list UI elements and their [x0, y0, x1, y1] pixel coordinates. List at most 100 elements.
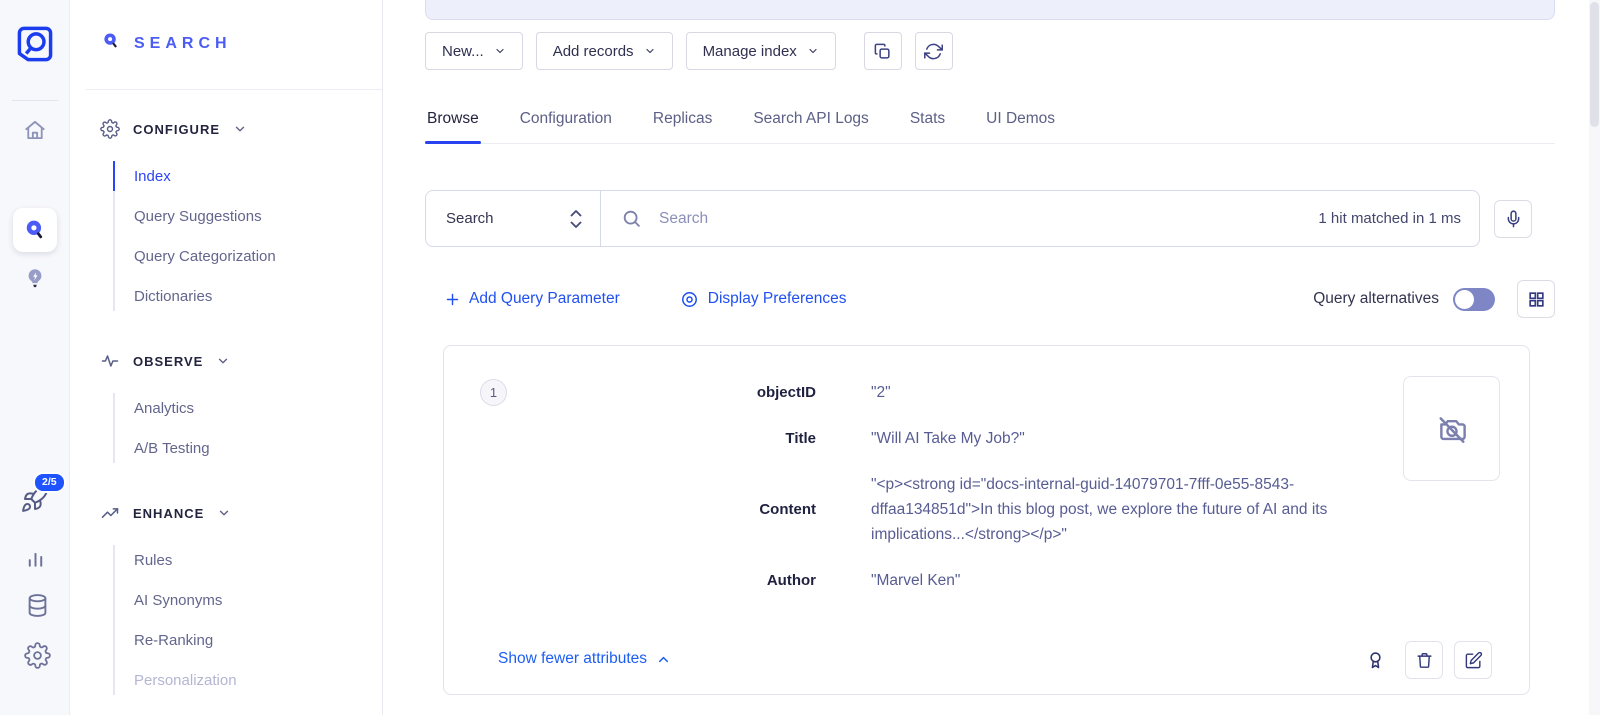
search-bar: Search 1 hit matched in 1 ms — [425, 190, 1480, 247]
search-input-area: 1 hit matched in 1 ms — [601, 191, 1479, 246]
observe-pulse-icon — [100, 351, 120, 371]
algolia-dashboard: 2/5 — [0, 0, 1600, 715]
section-configure: CONFIGURE Index Query Suggestions Query … — [70, 116, 382, 316]
attribute-label: Title — [444, 426, 816, 451]
copy-index-button[interactable] — [864, 32, 902, 70]
section-enhance-label: ENHANCE — [133, 506, 204, 521]
attribute-value: "Will AI Take My Job?" — [871, 426, 1398, 451]
promote-record-button[interactable] — [1356, 641, 1394, 679]
attribute-value: "2" — [871, 380, 1398, 405]
chevron-down-icon — [494, 45, 506, 57]
tab-browse[interactable]: Browse — [425, 104, 481, 143]
chevron-down-icon — [233, 122, 247, 136]
configure-gear-icon — [100, 119, 120, 139]
attribute-row-objectid: objectID "2" — [444, 380, 1529, 405]
tab-search-api-logs[interactable]: Search API Logs — [751, 104, 870, 143]
sidebar-item-rules[interactable]: Rules — [70, 540, 382, 580]
chevron-down-icon — [807, 45, 819, 57]
attribute-row-content: Content "<p><strong id="docs-internal-gu… — [444, 472, 1529, 547]
sidebar-item-query-categorization[interactable]: Query Categorization — [70, 236, 382, 276]
section-configure-label: CONFIGURE — [133, 122, 220, 137]
analytics-bars-icon[interactable] — [22, 545, 48, 571]
product-title: SEARCH — [100, 30, 232, 57]
chevron-down-icon — [216, 354, 230, 368]
tab-ui-demos[interactable]: UI Demos — [984, 104, 1057, 143]
product-title-label: SEARCH — [134, 35, 232, 53]
scrollbar-thumb[interactable] — [1590, 2, 1599, 127]
add-records-label: Add records — [553, 43, 634, 60]
delete-record-button[interactable] — [1405, 641, 1443, 679]
sidebar-item-index[interactable]: Index — [70, 156, 382, 196]
enhance-trend-up-icon — [100, 503, 120, 523]
award-ribbon-icon — [1365, 650, 1386, 671]
edit-record-button[interactable] — [1454, 641, 1492, 679]
search-mode-select[interactable]: Search — [426, 191, 601, 246]
search-icon — [621, 208, 643, 230]
settings-gear-icon[interactable] — [22, 640, 52, 670]
microphone-icon — [1504, 210, 1523, 229]
display-preferences-link[interactable]: Display Preferences — [680, 290, 847, 309]
attribute-row-author: Author "Marvel Ken" — [444, 568, 1529, 593]
sidebar-item-ai-synonyms[interactable]: AI Synonyms — [70, 580, 382, 620]
usage-badge: 2/5 — [33, 472, 66, 493]
chevron-up-icon — [656, 652, 671, 667]
query-alternatives-control: Query alternatives — [1313, 288, 1495, 311]
tab-stats[interactable]: Stats — [908, 104, 947, 143]
search-mode-label: Search — [446, 210, 494, 227]
display-preferences-label: Display Preferences — [708, 290, 847, 308]
refresh-button[interactable] — [915, 32, 953, 70]
recommend-bulb-icon[interactable] — [22, 266, 48, 292]
trash-icon — [1415, 651, 1434, 670]
image-unavailable-icon — [1435, 412, 1469, 446]
add-query-parameter-label: Add Query Parameter — [469, 290, 620, 308]
search-input[interactable] — [659, 210, 1318, 228]
product-sidebar: SEARCH CONFIGURE Index Query Suggestions… — [70, 0, 383, 715]
voice-search-button[interactable] — [1494, 200, 1532, 238]
plus-icon — [445, 292, 460, 307]
show-fewer-attributes-link[interactable]: Show fewer attributes — [498, 650, 671, 668]
search-title-icon — [100, 30, 122, 57]
copy-icon — [873, 42, 892, 61]
manage-index-label: Manage index — [703, 43, 797, 60]
search-hit-stats: 1 hit matched in 1 ms — [1318, 210, 1461, 227]
algolia-logo[interactable] — [13, 22, 57, 71]
sidebar-item-personalization[interactable]: Personalization — [70, 660, 382, 700]
section-configure-header[interactable]: CONFIGURE — [100, 116, 382, 142]
home-icon[interactable] — [22, 117, 48, 143]
add-records-dropdown-button[interactable]: Add records — [536, 32, 673, 70]
page-scrollbar[interactable] — [1589, 0, 1600, 715]
section-observe-header[interactable]: OBSERVE — [100, 348, 382, 374]
attribute-label: objectID — [444, 380, 816, 405]
show-fewer-label: Show fewer attributes — [498, 650, 647, 668]
sidebar-divider — [86, 89, 382, 90]
select-up-down-icon — [568, 206, 584, 232]
database-icon[interactable] — [22, 590, 52, 620]
sidebar-item-dictionaries[interactable]: Dictionaries — [70, 276, 382, 316]
edit-icon — [1464, 651, 1483, 670]
section-enhance: ENHANCE Rules AI Synonyms Re-Ranking Per… — [70, 500, 382, 700]
hit-actions — [1356, 641, 1492, 679]
manage-index-dropdown-button[interactable]: Manage index — [686, 32, 836, 70]
toggle-knob — [1455, 290, 1474, 309]
section-enhance-header[interactable]: ENHANCE — [100, 500, 382, 526]
index-toolbar: New... Add records Manage index — [425, 32, 953, 70]
tab-replicas[interactable]: Replicas — [651, 104, 714, 143]
grid-icon — [1527, 290, 1546, 309]
index-selector-bar-partial[interactable] — [425, 0, 1555, 20]
search-product-icon[interactable] — [13, 208, 57, 252]
sidebar-item-analytics[interactable]: Analytics — [70, 388, 382, 428]
new-dropdown-button[interactable]: New... — [425, 32, 523, 70]
section-observe-label: OBSERVE — [133, 354, 203, 369]
sidebar-item-ab-testing[interactable]: A/B Testing — [70, 428, 382, 468]
sidebar-item-re-ranking[interactable]: Re-Ranking — [70, 620, 382, 660]
attribute-row-title: Title "Will AI Take My Job?" — [444, 426, 1529, 451]
sidebar-item-query-suggestions[interactable]: Query Suggestions — [70, 196, 382, 236]
rail-divider — [12, 100, 58, 101]
layout-grid-button[interactable] — [1517, 280, 1555, 318]
new-dropdown-label: New... — [442, 43, 484, 60]
query-alternatives-toggle[interactable] — [1453, 288, 1495, 311]
refresh-icon — [924, 42, 943, 61]
add-query-parameter-link[interactable]: Add Query Parameter — [445, 290, 620, 308]
attribute-label: Content — [444, 497, 816, 522]
tab-configuration[interactable]: Configuration — [518, 104, 614, 143]
